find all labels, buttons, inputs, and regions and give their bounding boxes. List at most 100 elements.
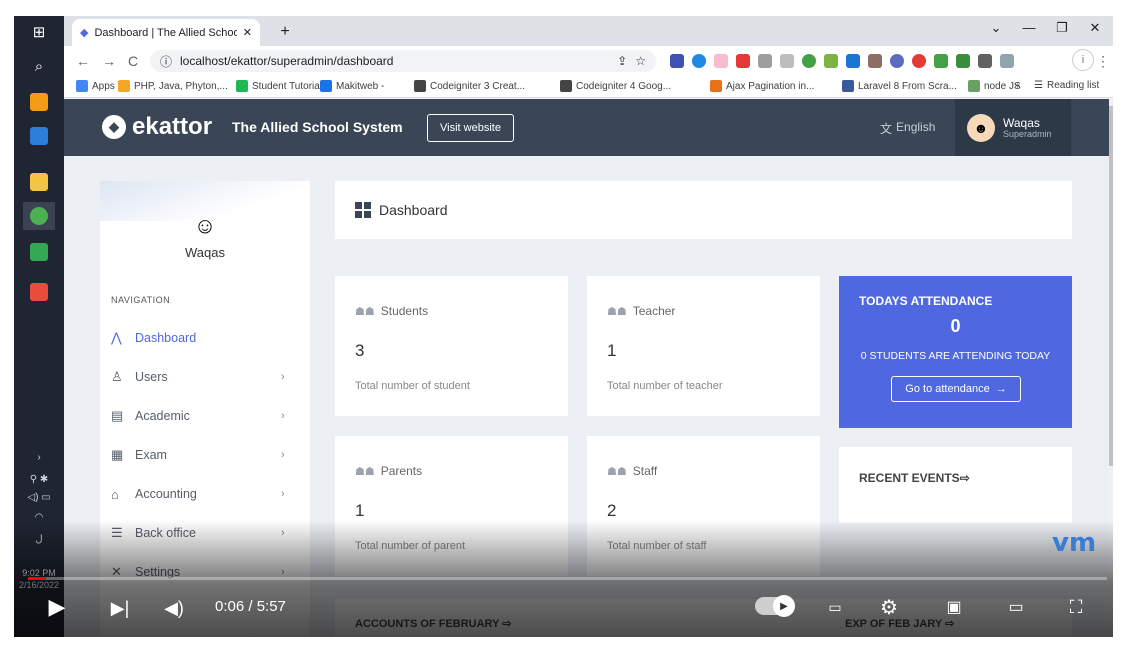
address-bar[interactable]: ⓘ localhost/ekattor/superadmin/dashboard… [150, 50, 656, 72]
extension-icon[interactable] [890, 54, 904, 68]
bookmark-item[interactable]: Codeigniter 3 Creat... [414, 80, 525, 92]
vscode-icon[interactable] [23, 122, 55, 150]
stat-card-staff: ☗☗ Staff 2 Total number of staff [587, 436, 820, 576]
extension-icon[interactable] [912, 54, 926, 68]
accounts-label: ACCOUNTS OF FEBRUARY [355, 618, 500, 630]
info-icon[interactable]: i [1072, 49, 1094, 71]
extension-icon[interactable] [692, 54, 706, 68]
autoplay-toggle[interactable]: ▶ [755, 595, 795, 617]
sidebar-item-dashboard[interactable]: ⋀ Dashboard [111, 327, 291, 349]
wifi-icon[interactable]: ◠ [14, 512, 64, 523]
screen: ⊞ ⌕ › ⚲ ✱ ◁) ▭ ◠ ل 9:02 PM 2/16/2022 ◆ D… [0, 0, 1127, 647]
camtasia-green-icon[interactable] [23, 238, 55, 266]
video-progress-fill [28, 577, 47, 580]
extension-icon[interactable] [670, 54, 684, 68]
video-progress-bar[interactable] [28, 577, 1107, 580]
next-video-icon[interactable]: ▶| [108, 596, 132, 620]
minimize-button[interactable]: — [1014, 20, 1044, 42]
bookmark-item[interactable]: Apps [76, 80, 115, 92]
tab-search-icon[interactable]: ⌄ [981, 20, 1011, 42]
back-button[interactable]: ← [74, 52, 92, 70]
reading-list-button[interactable]: ☰ Reading list [1034, 80, 1099, 91]
extension-icon[interactable] [824, 54, 838, 68]
extension-icon[interactable] [758, 54, 772, 68]
close-window-button[interactable]: ✕ [1080, 20, 1110, 42]
forward-button[interactable]: → [100, 52, 118, 70]
app-icon-orange[interactable] [23, 88, 55, 116]
new-tab-button[interactable]: + [274, 22, 296, 42]
share-icon[interactable]: ⇪ [617, 54, 627, 68]
bookmark-item[interactable]: Ajax Pagination in... [710, 80, 814, 92]
camtasia-red-icon[interactable] [23, 278, 55, 306]
browser-menu-icon[interactable]: ⋮ [1094, 52, 1112, 70]
app-logo[interactable]: ◆ ekattor [102, 113, 212, 141]
go-to-attendance-button[interactable]: Go to attendance → [891, 376, 1021, 402]
bookmark-item[interactable]: Codeigniter 4 Goog... [560, 80, 671, 92]
site-info-icon[interactable]: ⓘ [160, 53, 172, 70]
academic-icon: ▤ [111, 408, 124, 423]
bookmark-favicon-icon [236, 80, 248, 92]
extension-icon[interactable] [868, 54, 882, 68]
close-tab-icon[interactable]: ✕ [243, 26, 252, 39]
user-menu[interactable]: ☻ Waqas Superadmin [955, 99, 1071, 156]
sidebar-item-back-office[interactable]: ☰ Back office › [111, 522, 291, 544]
volume-icon[interactable]: ◀) [160, 596, 188, 620]
file-explorer-icon[interactable] [23, 168, 55, 196]
visit-website-button[interactable]: Visit website [427, 114, 514, 142]
tab-strip: ◆ Dashboard | The Allied School Sy ✕ + ⌄… [64, 16, 1113, 46]
navigation-heading: NAVIGATION [111, 295, 171, 305]
avatar: ☻ [967, 113, 995, 142]
extension-icon[interactable] [802, 54, 816, 68]
subtitles-icon[interactable]: ▭ [822, 596, 848, 618]
extension-icon[interactable] [736, 54, 750, 68]
bookmark-item[interactable]: node JS [968, 80, 1021, 92]
settings-gear-icon[interactable]: ⚙ [876, 594, 902, 620]
reload-button[interactable]: C [124, 52, 142, 70]
extension-icon[interactable] [714, 54, 728, 68]
sidebar-item-exam[interactable]: ▦ Exam › [111, 444, 291, 466]
bookmark-item[interactable]: Student Tutorial [236, 80, 322, 92]
dashboard-grid-icon [355, 202, 371, 218]
bookmark-item[interactable]: Laravel 8 From Scra... [842, 80, 957, 92]
extension-icon[interactable] [934, 54, 948, 68]
card-subtitle: Total number of parent [355, 540, 466, 552]
volume-battery-icons[interactable]: ◁) ▭ [14, 492, 64, 503]
extension-icon[interactable] [1000, 54, 1014, 68]
chrome-icon[interactable] [23, 202, 55, 230]
recent-events-card: RECENT EVENTS⇨ [839, 447, 1072, 523]
page-scrollbar-thumb[interactable] [1109, 106, 1113, 466]
school-name: The Allied School System [232, 119, 403, 135]
input-language-icon[interactable]: ل [14, 534, 64, 545]
extension-icon[interactable] [846, 54, 860, 68]
sidebar-item-academic[interactable]: ▤ Academic › [111, 405, 291, 427]
extensions-puzzle-icon[interactable] [978, 54, 992, 68]
bookmarks-overflow-button[interactable]: » [1014, 80, 1020, 91]
windows-start-icon[interactable]: ⊞ [23, 18, 55, 46]
bookmark-favicon-icon [414, 80, 426, 92]
extension-icon[interactable] [780, 54, 794, 68]
fullscreen-icon[interactable]: ⛶ [1062, 594, 1090, 620]
tray-expand-icon[interactable]: › [14, 452, 64, 463]
clock-date: 2/16/2022 [18, 580, 60, 590]
language-selector[interactable]: 文 English [880, 120, 935, 137]
browser-tab[interactable]: ◆ Dashboard | The Allied School Sy ✕ [72, 19, 260, 46]
play-icon[interactable]: ▶ [44, 594, 70, 620]
sidebar-item-users[interactable]: ♙ Users › [111, 366, 291, 388]
tray-icons[interactable]: ⚲ ✱ [14, 474, 64, 485]
recent-events-title[interactable]: RECENT EVENTS⇨ [859, 471, 970, 485]
sidebar-item-accounting[interactable]: ⌂ Accounting › [111, 483, 291, 505]
bookmark-item[interactable]: PHP, Java, Phyton,... [118, 80, 228, 92]
restore-button[interactable]: ❐ [1047, 20, 1077, 42]
extension-icon[interactable] [956, 54, 970, 68]
bookmark-star-icon[interactable]: ☆ [635, 54, 646, 68]
bookmark-item[interactable]: Makitweb - [320, 80, 384, 92]
accounts-title[interactable]: ACCOUNTS OF FEBRUARY ⇨ [355, 617, 512, 630]
theater-mode-icon[interactable]: ▭ [1000, 596, 1032, 618]
arrow-right-icon: → [995, 383, 1007, 395]
search-icon[interactable]: ⌕ [23, 52, 55, 80]
dashboard-header: Dashboard [335, 181, 1072, 239]
card-title: ☗☗ Teacher [607, 304, 675, 318]
miniplayer-icon[interactable]: ▣ [940, 596, 968, 618]
card-value: 2 [607, 501, 617, 520]
stat-card-parents: ☗☗ Parents 1 Total number of parent [335, 436, 568, 576]
